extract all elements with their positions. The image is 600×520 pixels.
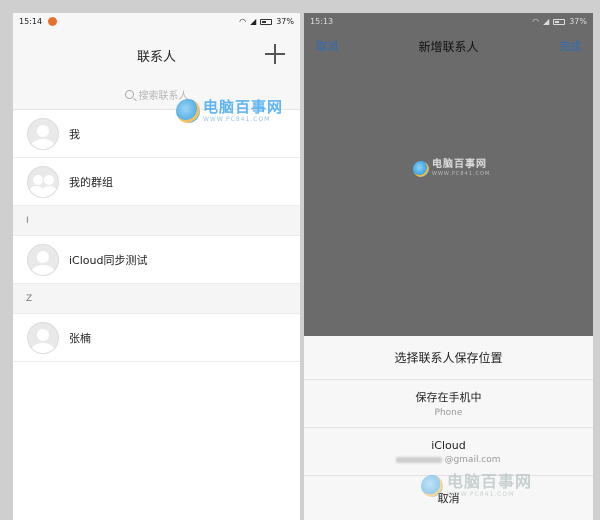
new-contact-screen: 15:13 ◠ ◢ 37% 取消 新增联系人 完成 电脑百事网 WWW.PC84… <box>304 13 593 520</box>
watermark-logo-icon <box>421 475 443 497</box>
option-sublabel: Phone <box>434 408 463 418</box>
save-to-icloud-option[interactable]: iCloud @gmail.com <box>304 428 593 476</box>
option-label: 保存在手机中 <box>415 391 482 404</box>
option-label: iCloud <box>431 438 466 452</box>
page-title: 新增联系人 <box>418 39 479 54</box>
person-avatar-icon <box>27 117 59 150</box>
save-to-phone-option[interactable]: 保存在手机中 Phone <box>304 380 593 428</box>
watermark: 电脑百事网 WWW.PC841.COM <box>176 99 283 123</box>
status-time: 15:14 <box>19 17 43 26</box>
signal-icon: ◢ <box>543 16 550 26</box>
watermark: 电脑百事网 WWW.PC841.COM <box>413 160 490 177</box>
battery-percent: 37% <box>569 17 587 26</box>
contact-row-zhangnan[interactable]: 张楠 <box>13 314 300 362</box>
section-header-z: Z <box>13 284 300 314</box>
status-bar: 15:13 ◠ ◢ 37% <box>304 13 593 30</box>
watermark-logo-icon <box>413 160 429 177</box>
status-time: 15:13 <box>310 17 334 26</box>
watermark-logo-icon <box>176 99 200 123</box>
nav-bar: 联系人 <box>13 30 300 80</box>
battery-percent: 37% <box>276 17 294 26</box>
watermark-subtitle: WWW.PC841.COM <box>447 491 515 498</box>
plus-icon[interactable] <box>264 43 286 65</box>
wifi-icon: ◠ <box>532 16 540 26</box>
status-bar: 15:14 ◠ ◢ 37% <box>13 13 300 30</box>
option-sublabel-row: @gmail.com <box>396 454 501 465</box>
search-icon <box>124 90 134 99</box>
person-avatar-icon <box>27 321 59 354</box>
person-avatar-icon <box>27 243 59 276</box>
contact-row-icloud-test[interactable]: iCloud同步测试 <box>13 236 300 284</box>
option-sublabel: @gmail.com <box>444 454 501 465</box>
watermark-subtitle: WWW.PC841.COM <box>432 171 491 177</box>
contact-name: iCloud同步测试 <box>69 253 148 267</box>
contacts-screen: 15:14 ◠ ◢ 37% 联系人 搜索联系人 我 我的群组 I iCloud同… <box>13 13 300 520</box>
nav-bar: 取消 新增联系人 完成 <box>304 30 593 62</box>
page-title: 联系人 <box>136 49 176 65</box>
done-button[interactable]: 完成 <box>559 38 581 54</box>
contact-name: 张楠 <box>69 331 91 345</box>
contact-row-groups[interactable]: 我的群组 <box>13 158 300 206</box>
blurred-email-prefix <box>396 456 443 463</box>
sheet-title: 选择联系人保存位置 <box>304 336 593 380</box>
battery-icon <box>260 18 273 25</box>
status-indicators: ◠ ◢ 37% <box>239 17 294 26</box>
cancel-button[interactable]: 取消 <box>316 38 338 54</box>
signal-icon: ◢ <box>250 16 257 26</box>
watermark-title: 电脑百事网 <box>432 159 487 170</box>
watermark-title: 电脑百事网 <box>203 97 284 116</box>
watermark-bottom: 电脑百事网 WWW.PC841.COM <box>421 474 532 498</box>
watermark-title: 电脑百事网 <box>447 472 533 491</box>
contact-name: 我的群组 <box>69 175 113 189</box>
section-header-i: I <box>13 206 300 236</box>
status-indicators: ◠ ◢ 37% <box>532 17 587 26</box>
notification-icon <box>48 17 58 26</box>
wifi-icon: ◠ <box>239 16 247 26</box>
group-avatar-icon <box>27 165 59 198</box>
contact-name: 我 <box>69 127 80 141</box>
watermark-subtitle: WWW.PC841.COM <box>203 115 271 123</box>
battery-icon <box>553 18 566 25</box>
